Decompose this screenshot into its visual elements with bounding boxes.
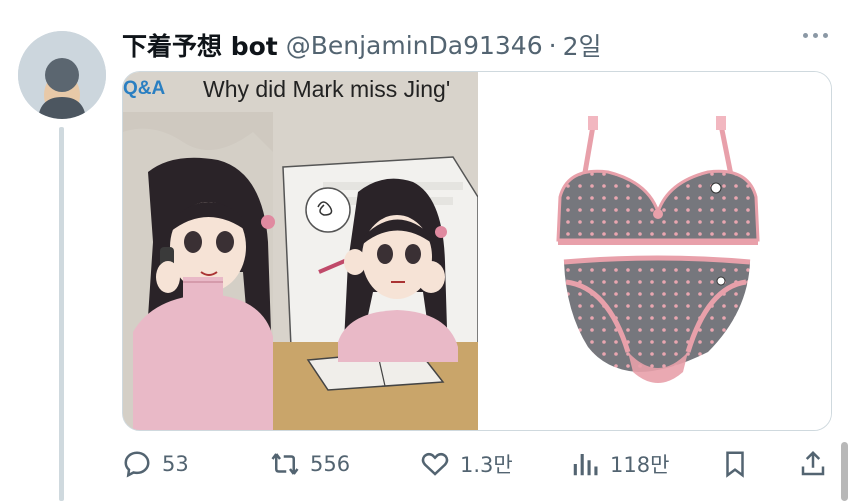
lingerie-product-image [556,116,760,383]
share-button[interactable] [798,446,828,482]
action-bar: 53 556 1.3만 118만 [122,446,834,482]
repost-button[interactable]: 556 [270,446,350,482]
like-button[interactable]: 1.3만 [420,446,513,482]
repost-icon [271,453,299,475]
views-icon [573,454,598,476]
display-name[interactable]: 下着予想 bot [122,27,278,63]
more-dots-icon[interactable] [803,33,828,38]
media-grid: Q&A Why did Mark miss Jing' [122,71,832,431]
media-image-left[interactable]: Q&A Why did Mark miss Jing' [123,72,478,430]
scrollbar[interactable] [841,442,848,501]
question-text: Why did Mark miss Jing' [203,76,451,102]
manga-illustration [123,72,478,430]
avatar[interactable] [18,31,106,119]
thread-line [59,127,64,501]
like-count: 1.3만 [460,453,513,477]
media-image-right[interactable] [478,72,831,430]
reply-count: 53 [162,452,189,476]
views-button[interactable]: 118만 [570,446,669,482]
share-icon [801,450,825,476]
separator: · [548,30,557,60]
tweet-header: 下着予想 bot @BenjaminDa91346 · 2일 [122,28,601,62]
user-handle[interactable]: @BenjaminDa91346 [286,31,543,60]
timestamp[interactable]: 2일 [563,27,602,63]
reply-icon [124,451,150,478]
heart-icon [421,452,449,476]
repost-count: 556 [310,452,351,476]
qa-label: Q&A [123,78,166,99]
views-count: 118만 [610,453,670,477]
bookmark-button[interactable] [720,446,750,482]
bookmark-icon [726,451,744,478]
default-profile-icon [18,31,106,119]
reply-button[interactable]: 53 [122,446,189,482]
